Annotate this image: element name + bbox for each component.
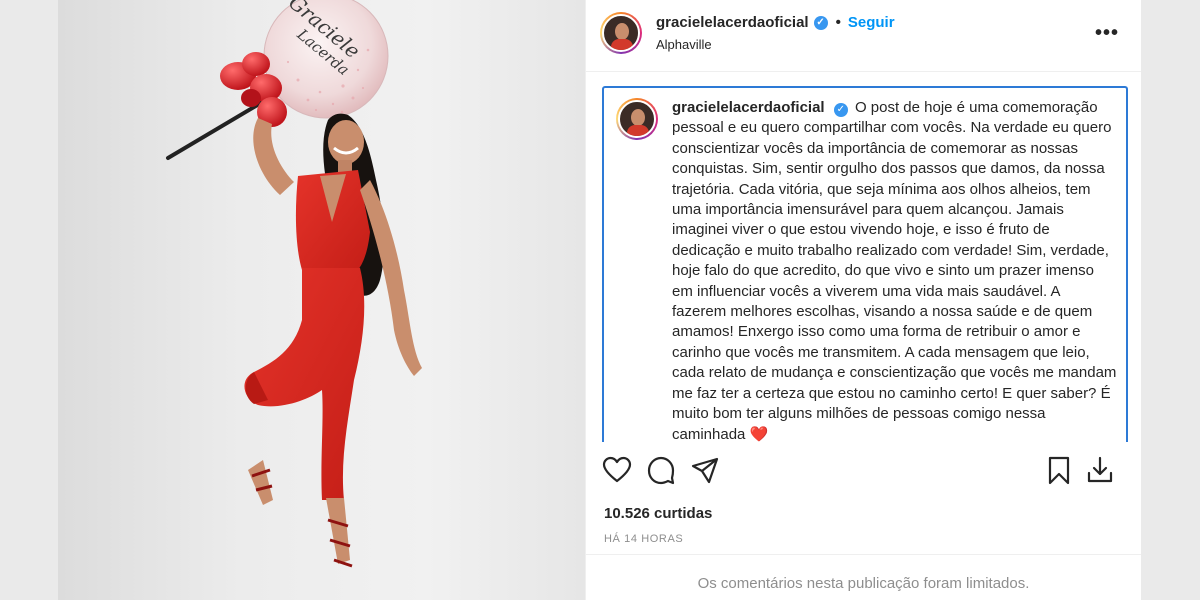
username-link[interactable]: gracielelacerdaoficial	[656, 14, 809, 31]
likes-count[interactable]: 10.526 curtidas	[604, 505, 712, 522]
action-bar	[602, 455, 1128, 491]
heart-icon[interactable]	[602, 455, 632, 485]
face	[328, 120, 364, 164]
bookmark-icon[interactable]	[1044, 455, 1074, 485]
raised-arm	[253, 118, 294, 195]
post-photo[interactable]: Graciele Lacerda	[58, 0, 585, 600]
post-header: gracielelacerdaoficial ✓ • Seguir Alphav…	[586, 0, 1141, 72]
heart-emoji: ❤️	[749, 425, 769, 443]
separator-dot: •	[835, 14, 841, 31]
avatar[interactable]	[600, 12, 642, 54]
caption-area: gracielelacerdaoficial ✓ O post de hoje …	[602, 86, 1128, 443]
more-options-icon[interactable]: •••	[1095, 22, 1119, 45]
post-detail-panel: gracielelacerdaoficial ✓ • Seguir Alphav…	[585, 0, 1141, 600]
comment-icon[interactable]	[646, 455, 676, 485]
verified-badge-icon: ✓	[833, 103, 848, 117]
divider	[586, 554, 1141, 555]
comments-limited-notice: Os comentários nesta publicação foram li…	[697, 575, 1030, 592]
name-balloon: Graciele Lacerda	[263, 0, 389, 119]
caption-username[interactable]: gracielelacerdaoficial	[672, 99, 825, 116]
caption-avatar[interactable]	[616, 98, 658, 140]
caption-body: O post de hoje é uma comemoração pessoal…	[672, 99, 1117, 443]
follow-button[interactable]: Seguir	[848, 14, 895, 31]
verified-badge-icon: ✓	[813, 15, 828, 30]
location-link[interactable]: Alphaville	[656, 37, 895, 52]
shoe	[326, 498, 350, 564]
post-timestamp[interactable]: HÁ 14 HORAS	[604, 533, 683, 545]
download-icon[interactable]	[1085, 455, 1115, 485]
share-icon[interactable]	[690, 455, 720, 485]
caption-text: gracielelacerdaoficial ✓ O post de hoje …	[672, 98, 1117, 443]
